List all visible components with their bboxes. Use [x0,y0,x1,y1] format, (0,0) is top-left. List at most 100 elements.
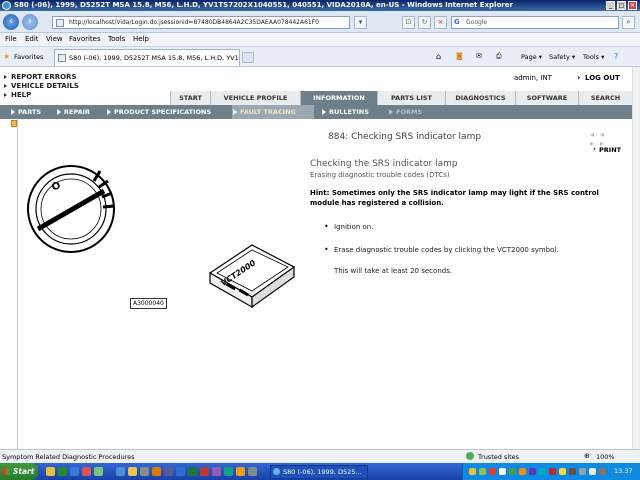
subnav-fault-tracing[interactable]: FAULT TRACING [232,105,314,119]
menu-bar: File Edit View Favorites Tools Help [0,33,640,47]
tray-icon[interactable] [569,468,576,475]
new-tab-button[interactable] [242,52,254,63]
duration-note: This will take at least 20 seconds. [334,267,453,275]
tray-icon[interactable] [549,468,556,475]
menu-favorites[interactable]: Favorites [69,35,101,43]
quicklaunch-firefox-icon[interactable] [152,467,161,476]
quicklaunch-extra-icon[interactable] [248,467,257,476]
figure-label: A3000040 [130,298,167,309]
vehicle-details-link[interactable]: VEHICLE DETAILS [4,82,79,90]
subnav-parts[interactable]: PARTS [10,105,41,119]
browser-tab[interactable]: S80 (-06), 1999, D5252T MSA 15.8, M56, L… [54,49,240,66]
close-icon[interactable]: × [628,1,637,10]
panel-divider[interactable] [17,119,18,449]
tab-start[interactable]: START [170,91,210,105]
favorites-star-icon[interactable]: ★ [3,52,10,61]
quicklaunch-explorer-icon[interactable] [46,467,55,476]
menu-tools[interactable]: Tools [108,35,125,43]
tray-icon[interactable] [499,468,506,475]
tray-icon[interactable] [539,468,546,475]
url-input[interactable]: http://localhost/Vida/Login.do;jsessioni… [52,16,350,29]
zoom-level[interactable]: 100% [596,453,615,461]
subnav-bulletins[interactable]: BULLETINS [321,105,369,119]
home-icon[interactable]: ⌂ [436,52,441,61]
report-errors-link[interactable]: REPORT ERRORS [4,73,77,81]
tray-icon[interactable] [529,468,536,475]
help-icon[interactable]: ? [614,52,618,61]
url-text: http://localhost/Vida/Login.do;jsessioni… [69,19,319,26]
tray-icon[interactable] [509,468,516,475]
vct2000-device-icon[interactable] [208,244,296,309]
tab-diagnostics[interactable]: DIAGNOSTICS [445,91,515,105]
mail-icon[interactable]: ✉ [476,52,482,60]
stop-icon[interactable]: × [434,16,447,29]
taskbar-window-button[interactable]: S80 (-06), 1999, D525... [270,465,368,479]
vertical-scrollbar[interactable] [632,67,640,449]
tray-icon[interactable] [479,468,486,475]
forward-button[interactable]: › [22,14,38,30]
menu-view[interactable]: View [46,35,63,43]
quicklaunch-pdf-icon[interactable] [200,467,209,476]
security-zone[interactable]: Trusted sites [478,453,519,461]
clock: 13.37 [614,467,633,475]
quicklaunch-misc-icon[interactable] [164,467,173,476]
network-icon[interactable] [599,468,606,475]
quicklaunch-cmd-icon[interactable] [140,467,149,476]
maximize-icon[interactable]: □ [617,1,626,10]
menu-file[interactable]: File [5,35,17,43]
quicklaunch-mail-icon[interactable] [224,467,233,476]
menu-help[interactable]: Help [133,35,149,43]
logout-link[interactable]: LOG OUT [577,73,620,82]
tray-icon[interactable] [489,468,496,475]
status-bar: Symptom Related Diagnostic Procedures Tr… [0,449,640,463]
subnav-forms: FORMS [388,105,422,119]
search-icon[interactable]: ⌕ [622,16,635,29]
search-input[interactable]: G Google [451,16,619,29]
feeds-icon[interactable]: ◙ [456,52,463,60]
start-button[interactable]: Start [0,463,38,480]
web-content: REPORT ERRORS VEHICLE DETAILS HELP admin… [0,67,632,449]
tray-icon[interactable] [469,468,476,475]
ie-logo-icon [2,1,11,10]
quicklaunch-notes-icon[interactable] [236,467,245,476]
menu-edit[interactable]: Edit [25,35,39,43]
document-title: 884: Checking SRS indicator lamp [328,132,482,142]
refresh-icon[interactable]: ↻ [418,16,431,29]
back-button[interactable]: ‹ [3,14,19,30]
quicklaunch-ie-icon[interactable] [70,467,79,476]
tab-title: S80 (-06), 1999, D5252T MSA 15.8, M56, L… [69,54,240,62]
tools-menu[interactable]: Tools ▾ [583,53,604,61]
quicklaunch-tool-icon[interactable] [94,467,103,476]
subnav-repair[interactable]: REPAIR [56,105,90,119]
print-link[interactable]: PRINT [593,145,621,154]
tab-vehicle-profile[interactable]: VEHICLE PROFILE [210,91,300,105]
tab-information[interactable]: INFORMATION [300,91,377,105]
tray-icon[interactable] [559,468,566,475]
quicklaunch-folder-icon[interactable] [128,467,137,476]
quicklaunch-media-icon[interactable] [82,467,91,476]
window-titlebar: S80 (-06), 1999, D5252T MSA 15.8, M56, L… [0,0,640,11]
quicklaunch-app-icon[interactable] [58,467,67,476]
subnav-product-specifications[interactable]: PRODUCT SPECIFICATIONS [106,105,211,119]
tray-icon[interactable] [579,468,586,475]
sub-navigation: PARTS REPAIR PRODUCT SPECIFICATIONS FAUL… [0,105,632,119]
compatibility-icon[interactable]: ⊡ [402,16,415,29]
zoom-icon: ⊕ [584,452,590,460]
tray-icon[interactable] [519,468,526,475]
main-tabs: START VEHICLE PROFILE INFORMATION PARTS … [170,91,632,105]
page-menu[interactable]: Page ▾ [521,53,542,61]
printer-icon[interactable]: ⎙ [496,52,502,61]
quicklaunch-excel-icon[interactable] [188,467,197,476]
tab-software[interactable]: SOFTWARE [515,91,578,105]
quicklaunch-outlook-icon[interactable] [212,467,221,476]
favorites-button[interactable]: Favorites [14,53,43,61]
help-link[interactable]: HELP [3,91,31,99]
volume-icon[interactable] [589,468,596,475]
safety-menu[interactable]: Safety ▾ [549,53,575,61]
quicklaunch-ie2-icon[interactable] [116,467,125,476]
minimize-icon[interactable]: _ [606,1,615,10]
tab-parts-list[interactable]: PARTS LIST [377,91,445,105]
tab-search[interactable]: SEARCH [578,91,632,105]
dropdown-icon[interactable]: ▾ [354,16,367,29]
quicklaunch-word-icon[interactable] [176,467,185,476]
